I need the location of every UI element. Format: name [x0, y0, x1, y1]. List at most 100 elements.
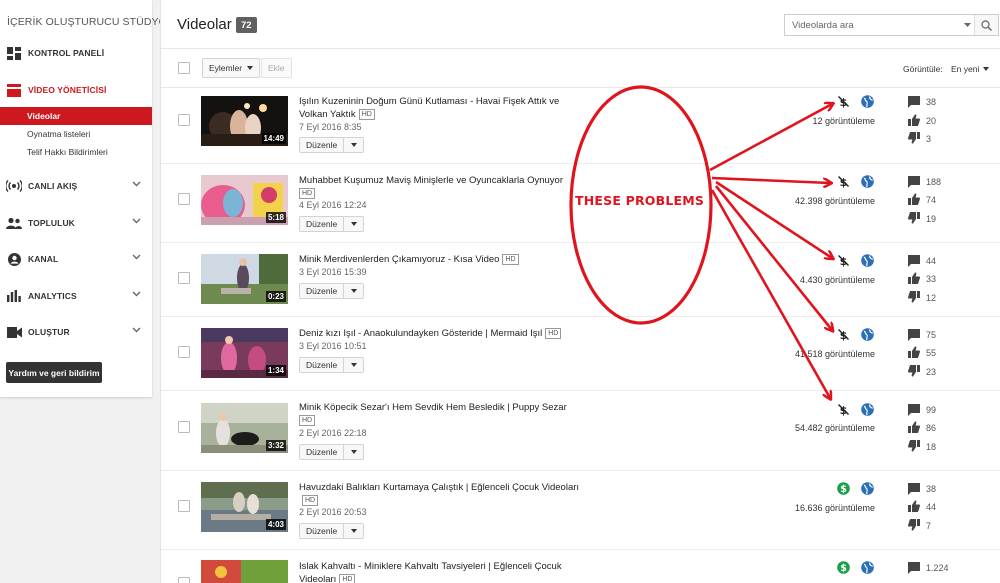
public-globe-icon[interactable]	[861, 95, 874, 108]
search-input[interactable]	[785, 15, 960, 35]
nav-label-dashboard: KONTROL PANELİ	[28, 48, 105, 58]
view-count: 54.482 görüntüleme	[794, 423, 875, 433]
nav-item-live[interactable]: CANLI AKIŞ	[0, 174, 152, 198]
dislike-count: 7	[926, 521, 932, 531]
edit-dropdown-button[interactable]	[344, 283, 365, 299]
dislikes-stat: 18	[908, 440, 936, 454]
community-icon	[6, 216, 22, 230]
monetization-off-icon[interactable]: $	[837, 254, 850, 267]
video-row[interactable]: 0:23 Minik Merdivenlerden Çıkamıyoruz - …	[161, 243, 1000, 317]
sub-item-playlists[interactable]: Oynatma listeleri	[0, 125, 152, 143]
video-row[interactable]: Islak Kahvaltı - Miniklere Kahvaltı Tavs…	[161, 550, 1000, 583]
svg-text:$: $	[840, 563, 847, 574]
video-title[interactable]: Havuzdaki Balıkları Kurtamaya Çalıştık |…	[299, 481, 589, 507]
actions-dropdown-button[interactable]: Eylemler	[202, 58, 261, 78]
comment-icon	[908, 483, 920, 495]
edit-button-group: Düzenle	[299, 444, 365, 460]
nav-item-dashboard[interactable]: KONTROL PANELİ	[0, 41, 152, 65]
view-count: 12 görüntüleme	[812, 116, 875, 126]
video-title-text: Muhabbet Kuşumuz Maviş Minişlerle ve Oyu…	[299, 175, 563, 186]
likes-stat: 86	[908, 421, 936, 435]
row-checkbox[interactable]	[178, 421, 190, 433]
edit-dropdown-button[interactable]	[344, 137, 365, 153]
nav-label-create: OLUŞTUR	[28, 327, 70, 337]
video-thumbnail[interactable]: 5:18	[201, 175, 288, 225]
video-thumbnail[interactable]: 4:03	[201, 482, 288, 532]
row-checkbox[interactable]	[178, 114, 190, 126]
comments-stat: 75	[908, 328, 936, 342]
sub-item-copyright[interactable]: Telif Hakkı Bildirimleri	[0, 143, 152, 161]
public-globe-icon[interactable]	[861, 482, 874, 495]
video-row[interactable]: 1:34 Deniz kızı Işıl - Anaokulundayken G…	[161, 317, 1000, 391]
row-checkbox[interactable]	[178, 346, 190, 358]
row-checkbox[interactable]	[178, 272, 190, 284]
nav-item-community[interactable]: TOPLULUK	[0, 211, 152, 235]
edit-button[interactable]: Düzenle	[299, 283, 345, 299]
monetization-on-icon[interactable]: $	[837, 482, 850, 495]
view-count: 41.518 görüntüleme	[794, 349, 875, 359]
public-globe-icon[interactable]	[861, 561, 874, 574]
thumbs-down-icon	[908, 212, 920, 224]
public-globe-icon[interactable]	[861, 403, 874, 416]
likes-stat: 33	[908, 272, 936, 286]
video-thumbnail[interactable]: 14:49	[201, 96, 288, 146]
video-title[interactable]: Deniz kızı Işıl - Anaokulundayken Göster…	[299, 327, 589, 340]
video-row[interactable]: 4:03 Havuzdaki Balıkları Kurtamaya Çalış…	[161, 471, 1000, 550]
monetization-off-icon[interactable]: $	[837, 95, 850, 108]
edit-dropdown-button[interactable]	[344, 216, 365, 232]
chevron-down-icon[interactable]	[132, 218, 141, 224]
edit-button[interactable]: Düzenle	[299, 216, 345, 232]
chevron-down-icon[interactable]	[132, 254, 141, 260]
video-date: 3 Eyl 2016 15:39	[299, 267, 367, 277]
row-checkbox[interactable]	[178, 193, 190, 205]
video-title[interactable]: Işılın Kuzeninin Doğum Günü Kutlaması - …	[299, 95, 589, 121]
edit-button[interactable]: Düzenle	[299, 137, 345, 153]
search-dropdown-icon[interactable]	[960, 23, 974, 27]
sort-dropdown[interactable]: En yeni	[951, 64, 990, 74]
public-globe-icon[interactable]	[861, 175, 874, 188]
public-globe-icon[interactable]	[861, 254, 874, 267]
chevron-down-icon[interactable]	[132, 291, 141, 297]
chevron-down-icon[interactable]	[132, 327, 141, 333]
row-checkbox[interactable]	[178, 500, 190, 512]
select-all-checkbox[interactable]	[178, 62, 190, 74]
video-thumbnail[interactable]: 1:34	[201, 328, 288, 378]
view-count: 4.430 görüntüleme	[799, 275, 875, 285]
monetization-off-icon[interactable]: $	[837, 175, 850, 188]
search-box	[784, 14, 999, 36]
chevron-down-icon[interactable]	[132, 181, 141, 187]
like-count: 74	[926, 195, 937, 205]
nav-item-analytics[interactable]: ANALYTICS	[0, 284, 152, 308]
add-to-button[interactable]: Ekle	[261, 58, 292, 78]
video-title[interactable]: Muhabbet Kuşumuz Maviş Minişlerle ve Oyu…	[299, 174, 589, 200]
video-row[interactable]: 14:49 Işılın Kuzeninin Doğum Günü Kutlam…	[161, 88, 1000, 164]
video-thumbnail[interactable]	[201, 560, 288, 583]
edit-button-group: Düzenle	[299, 357, 365, 373]
monetization-off-icon[interactable]: $	[837, 328, 850, 341]
video-thumbnail[interactable]: 0:23	[201, 254, 288, 304]
edit-button[interactable]: Düzenle	[299, 444, 345, 460]
video-title[interactable]: Minik Köpecik Sezar'ı Hem Sevdik Hem Bes…	[299, 401, 589, 427]
public-globe-icon[interactable]	[861, 328, 874, 341]
monetization-off-icon[interactable]: $	[837, 403, 850, 416]
video-thumbnail[interactable]: 3:32	[201, 403, 288, 453]
video-title[interactable]: Minik Merdivenlerden Çıkamıyoruz - Kısa …	[299, 253, 589, 266]
edit-button[interactable]: Düzenle	[299, 357, 345, 373]
svg-text:$: $	[840, 484, 847, 495]
edit-dropdown-button[interactable]	[344, 523, 365, 539]
row-checkbox[interactable]	[178, 577, 190, 583]
edit-button[interactable]: Düzenle	[299, 523, 345, 539]
thumbs-up-icon	[908, 193, 920, 205]
help-feedback-button[interactable]: Yardım ve geri bildirim	[6, 362, 102, 383]
edit-dropdown-button[interactable]	[344, 357, 365, 373]
video-row[interactable]: 3:32 Minik Köpecik Sezar'ı Hem Sevdik He…	[161, 391, 1000, 471]
nav-item-video-manager[interactable]: VİDEO YÖNETİCİSİ	[0, 78, 152, 102]
edit-dropdown-button[interactable]	[344, 444, 365, 460]
sub-item-videos[interactable]: Videolar	[0, 107, 152, 125]
nav-item-channel[interactable]: KANAL	[0, 247, 152, 271]
search-button[interactable]	[974, 15, 998, 35]
monetization-on-icon[interactable]: $	[837, 561, 850, 574]
video-title[interactable]: Islak Kahvaltı - Miniklere Kahvaltı Tavs…	[299, 560, 589, 583]
comment-count: 1.224	[926, 563, 949, 573]
nav-item-create[interactable]: OLUŞTUR	[0, 320, 152, 344]
